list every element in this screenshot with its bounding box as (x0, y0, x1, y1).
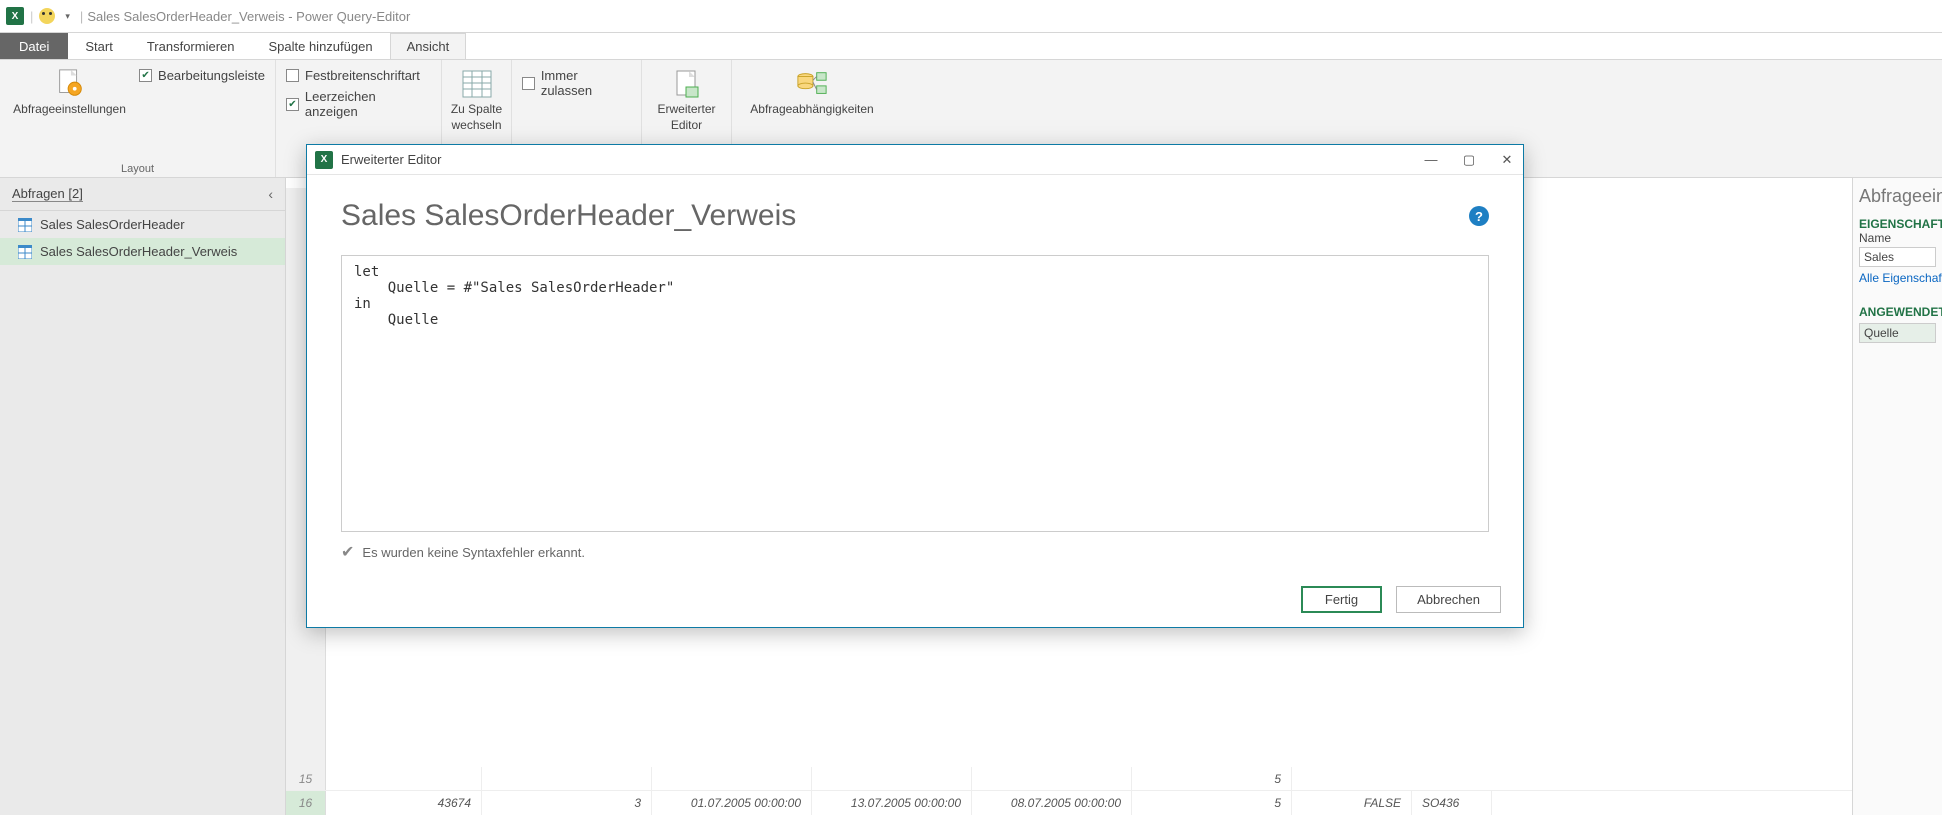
alle-eigenschaften-link[interactable]: Alle Eigenschaften (1859, 271, 1936, 285)
checkbox-checked-icon (139, 69, 152, 82)
close-icon[interactable]: ✕ (1499, 152, 1515, 168)
queries-header-label: Abfragen [2] (12, 186, 83, 202)
query-item-sales-salesorderheader[interactable]: Sales SalesOrderHeader (0, 211, 285, 238)
ribbon-tabs: Datei Start Transformieren Spalte hinzuf… (0, 33, 1942, 60)
abfrageabh-label: Abfrageabhängigkeiten (750, 102, 873, 116)
table-row[interactable]: 16 43674 3 01.07.2005 00:00:00 13.07.200… (286, 791, 1852, 815)
table-row[interactable]: 15 5 (286, 767, 1852, 791)
qat-dropdown-icon[interactable]: ▾ (65, 11, 70, 22)
checkmark-icon: ✔ (341, 542, 354, 562)
abfrageeinstellungen-button[interactable]: Abfrageeinstellungen (10, 64, 129, 120)
excel-logo-icon: X (6, 7, 24, 25)
dependencies-icon (796, 68, 828, 100)
settings-doc-icon (54, 68, 86, 100)
queries-pane: Abfragen [2] ‹ Sales SalesOrderHeader Sa… (0, 178, 286, 815)
advanced-editor-dialog: X Erweiterter Editor ― ▢ ✕ Sales SalesOr… (306, 144, 1524, 628)
query-item-label: Sales SalesOrderHeader (40, 217, 185, 232)
abfrageeinstellungen-label: Abfrageeinstellungen (13, 102, 126, 116)
dialog-titlebar[interactable]: X Erweiterter Editor ― ▢ ✕ (307, 145, 1523, 175)
cell: 5 (1132, 767, 1292, 790)
chk-bearbeitungsleiste-label: Bearbeitungsleiste (158, 68, 265, 83)
tab-datei[interactable]: Datei (0, 33, 68, 59)
cell: 13.07.2005 00:00:00 (812, 791, 972, 815)
table-icon (18, 218, 32, 232)
cell: FALSE (1292, 791, 1412, 815)
minimize-icon[interactable]: ― (1423, 152, 1439, 168)
chk-festbreitenschriftart-label: Festbreitenschriftart (305, 68, 420, 83)
chk-immer-zulassen-label: Immer zulassen (541, 68, 631, 98)
tab-spalte-hinzufuegen[interactable]: Spalte hinzufügen (251, 33, 389, 59)
collapse-left-icon[interactable]: ‹ (268, 186, 273, 202)
chk-bearbeitungsleiste[interactable]: Bearbeitungsleiste (139, 68, 265, 83)
table-icon (18, 245, 32, 259)
row-number: 16 (286, 791, 326, 815)
excel-logo-icon: X (315, 151, 333, 169)
cell: 01.07.2005 00:00:00 (652, 791, 812, 815)
syntax-status-label: Es wurden keine Syntaxfehler erkannt. (362, 545, 585, 560)
syntax-status: ✔ Es wurden keine Syntaxfehler erkannt. (341, 542, 1489, 562)
checkbox-icon (286, 69, 299, 82)
document-title: Sales SalesOrderHeader_Verweis - Power Q… (87, 9, 410, 24)
tab-start[interactable]: Start (68, 33, 129, 59)
zu-spalte-label2: wechseln (451, 118, 501, 132)
dialog-body: Sales SalesOrderHeader_Verweis ? let Que… (307, 175, 1523, 572)
row-number: 15 (286, 767, 326, 790)
ribbon-group-layout-label: Layout (10, 161, 265, 175)
maximize-icon[interactable]: ▢ (1461, 152, 1477, 168)
help-icon[interactable]: ? (1469, 206, 1489, 226)
chk-immer-zulassen[interactable]: Immer zulassen (522, 68, 631, 98)
qat-separator-icon: | (30, 9, 33, 24)
erw-editor-label1: Erweiterter (658, 102, 716, 116)
query-item-sales-salesorderheader-verweis[interactable]: Sales SalesOrderHeader_Verweis (0, 238, 285, 265)
eigenschaften-label: EIGENSCHAFTEN (1859, 217, 1936, 231)
checkbox-icon (522, 77, 535, 90)
tab-ansicht[interactable]: Ansicht (390, 33, 467, 59)
grid-icon (461, 68, 493, 100)
chk-festbreitenschriftart[interactable]: Festbreitenschriftart (286, 68, 431, 83)
name-label: Name (1859, 231, 1936, 245)
chk-leerzeichen-label: Leerzeichen anzeigen (305, 89, 431, 119)
smiley-icon[interactable] (39, 8, 55, 24)
cell: SO436 (1412, 791, 1492, 815)
erw-editor-label2: Editor (671, 118, 702, 132)
cell: 5 (1132, 791, 1292, 815)
erweiterter-editor-button[interactable]: Erweiterter Editor (652, 64, 722, 136)
separator-icon: | (80, 9, 83, 24)
step-quelle[interactable]: Quelle (1859, 323, 1936, 343)
checkbox-checked-icon (286, 98, 299, 111)
cell: 43674 (326, 791, 482, 815)
cell: 08.07.2005 00:00:00 (972, 791, 1132, 815)
dialog-heading: Sales SalesOrderHeader_Verweis (341, 199, 796, 233)
chk-leerzeichen[interactable]: Leerzeichen anzeigen (286, 89, 431, 119)
dialog-title: Erweiterter Editor (341, 152, 441, 167)
advanced-editor-icon (671, 68, 703, 100)
cancel-button[interactable]: Abbrechen (1396, 586, 1501, 613)
name-field[interactable]: Sales (1859, 247, 1936, 267)
angewendete-schritte-label: ANGEWENDETE SCHRITTE (1859, 305, 1936, 319)
zu-spalte-wechseln-button[interactable]: Zu Spalte wechseln (442, 64, 512, 136)
abfrageabhaengigkeiten-button[interactable]: Abfrageabhängigkeiten (744, 64, 879, 120)
zu-spalte-label1: Zu Spalte (451, 102, 502, 116)
settings-heading: Abfrageeinstellungen (1859, 186, 1936, 207)
code-editor[interactable]: let Quelle = #"Sales SalesOrderHeader" i… (341, 255, 1489, 532)
done-button[interactable]: Fertig (1301, 586, 1382, 613)
tab-transformieren[interactable]: Transformieren (130, 33, 252, 59)
title-bar: X | ▾ | Sales SalesOrderHeader_Verweis -… (0, 0, 1942, 33)
cell: 3 (482, 791, 652, 815)
queries-header[interactable]: Abfragen [2] ‹ (0, 178, 285, 211)
query-item-label: Sales SalesOrderHeader_Verweis (40, 244, 237, 259)
query-settings-pane: Abfrageeinstellungen EIGENSCHAFTEN Name … (1852, 178, 1942, 815)
dialog-footer: Fertig Abbrechen (307, 572, 1523, 627)
